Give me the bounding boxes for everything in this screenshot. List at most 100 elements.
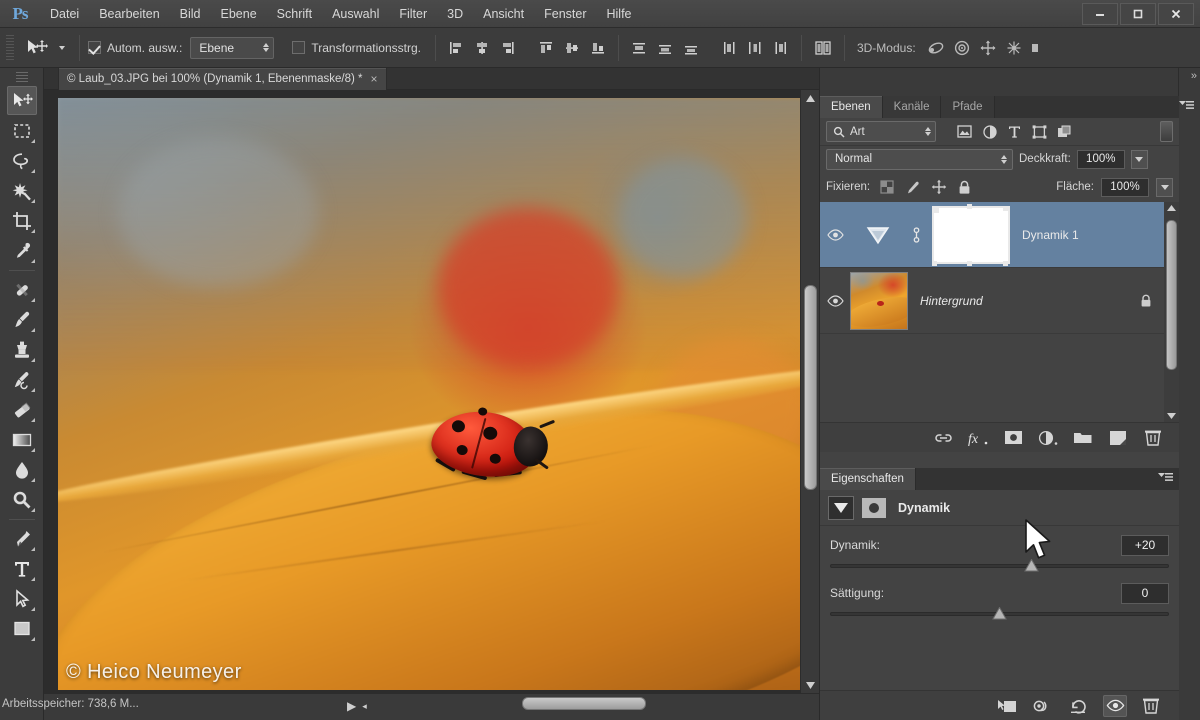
new-layer-icon[interactable] [1106,426,1130,450]
fill-value[interactable]: 100% [1101,177,1149,197]
scroll-up-arrow-icon[interactable] [801,90,820,106]
close-document-icon[interactable]: × [371,72,378,86]
scroll-down-arrow-icon[interactable] [801,677,820,693]
delete-adjustment-icon[interactable] [1139,695,1163,717]
canvas-vertical-scrollbar[interactable] [800,90,819,693]
align-right-edges-icon[interactable] [496,36,520,60]
pen-tool[interactable] [7,524,37,553]
eraser-tool[interactable] [7,395,37,424]
vibrance-slider[interactable] [830,558,1169,574]
lock-all-icon[interactable] [955,178,974,197]
saturation-slider[interactable] [830,606,1169,622]
distribute-horizontal-centers-icon[interactable] [743,36,767,60]
canvas-area[interactable]: © Heico Neumeyer [44,90,819,693]
spot-healing-brush-tool[interactable] [7,275,37,304]
layers-panel-menu-icon[interactable] [1178,99,1194,113]
status-menu-icon[interactable]: ◂ [362,701,367,712]
menu-item-ebene[interactable]: Ebene [211,0,267,28]
distribute-right-edges-icon[interactable] [769,36,793,60]
align-bottom-edges-icon[interactable] [586,36,610,60]
maximize-button[interactable] [1120,3,1156,25]
adjustment-layer-filter-icon[interactable] [979,121,1000,142]
tools-panel-grip[interactable] [15,72,28,82]
layer-mask-link-icon[interactable] [906,226,926,244]
menu-item-hilfe[interactable]: Hilfe [597,0,642,28]
scale-3d-object-icon[interactable] [1028,36,1042,60]
auto-select-checkbox[interactable] [88,41,101,54]
table-row[interactable]: Hintergrund [820,268,1164,334]
shape-layer-filter-icon[interactable] [1029,121,1050,142]
magic-wand-tool[interactable] [7,176,37,205]
distribute-bottom-edges-icon[interactable] [679,36,703,60]
link-layers-icon[interactable] [931,426,955,450]
saturation-value-field[interactable]: 0 [1121,582,1169,604]
roll-3d-object-icon[interactable] [950,36,974,60]
rectangular-marquee-tool[interactable] [7,116,37,145]
lock-position-icon[interactable] [929,178,948,197]
layer-thumbnail[interactable] [850,271,908,330]
menu-item-fenster[interactable]: Fenster [534,0,596,28]
vibrance-adjustment-thumbnail[interactable] [850,221,906,249]
menu-item-bild[interactable]: Bild [170,0,211,28]
canvas-vertical-scroll-thumb[interactable] [804,285,817,490]
align-horizontal-centers-icon[interactable] [470,36,494,60]
collapse-panels-icon[interactable]: » [1191,70,1197,82]
layer-style-fx-icon[interactable]: fx [966,426,990,450]
clone-stamp-tool[interactable] [7,335,37,364]
menu-item-bearbeiten[interactable]: Bearbeiten [89,0,169,28]
saturation-slider-handle[interactable] [992,607,1007,620]
transform-controls-checkbox[interactable] [292,41,306,54]
reset-adjustment-icon[interactable] [1067,695,1091,717]
layer-mask-icon[interactable] [862,497,886,518]
minimize-button[interactable] [1082,3,1118,25]
layer-filter-kind-select[interactable]: Art [826,121,936,142]
slide-3d-object-icon[interactable] [1002,36,1026,60]
smart-object-filter-icon[interactable] [1054,121,1075,142]
fill-dropdown-icon[interactable] [1156,177,1173,197]
rotate-3d-object-icon[interactable] [924,36,948,60]
align-vertical-centers-icon[interactable] [560,36,584,60]
clip-to-layer-icon[interactable] [995,695,1019,717]
crop-tool[interactable] [7,206,37,235]
close-button[interactable] [1158,3,1194,25]
menu-item-ansicht[interactable]: Ansicht [473,0,534,28]
opacity-value[interactable]: 100% [1076,149,1125,169]
move-tool[interactable] [6,86,37,115]
vibrance-value-field[interactable]: +20 [1121,534,1169,556]
tab-ebenen[interactable]: Ebenen [820,96,883,118]
align-top-edges-icon[interactable] [534,36,558,60]
properties-panel-menu-icon[interactable] [1157,471,1173,485]
auto-align-layers-icon[interactable] [810,36,836,60]
menu-item-auswahl[interactable]: Auswahl [322,0,389,28]
document-tab[interactable]: © Laub_03.JPG bei 100% (Dynamik 1, Ebene… [58,68,387,90]
menu-item-filter[interactable]: Filter [389,0,437,28]
layer-visibility-toggle[interactable] [820,228,850,241]
tab-properties[interactable]: Eigenschaften [820,468,916,490]
distribute-top-edges-icon[interactable] [627,36,651,60]
menu-item-3d[interactable]: 3D [437,0,473,28]
add-layer-mask-icon[interactable] [1001,426,1025,450]
layers-scroll-thumb[interactable] [1166,220,1177,370]
distribute-left-edges-icon[interactable] [717,36,741,60]
status-play-icon[interactable]: ▶ [347,699,356,713]
distribute-vertical-centers-icon[interactable] [653,36,677,60]
delete-layer-icon[interactable] [1141,426,1165,450]
type-tool[interactable] [7,554,37,583]
canvas-horizontal-scroll-thumb[interactable] [522,697,646,710]
blend-mode-select[interactable]: Normal [826,148,1013,170]
layer-name[interactable]: Hintergrund [920,294,983,308]
new-adjustment-layer-icon[interactable] [1036,426,1060,450]
pixel-layer-filter-icon[interactable] [954,121,975,142]
history-brush-tool[interactable] [7,365,37,394]
lock-transparent-pixels-icon[interactable] [877,178,896,197]
gradient-tool[interactable] [7,425,37,454]
new-group-icon[interactable] [1071,426,1095,450]
lock-image-pixels-icon[interactable] [903,178,922,197]
view-previous-state-icon[interactable] [1031,695,1055,717]
auto-select-target-select[interactable]: Ebene [190,36,275,59]
filter-toggle-switch[interactable] [1160,121,1173,142]
tool-preset-dropdown[interactable] [59,45,65,50]
dodge-tool[interactable] [7,485,37,514]
table-row[interactable]: Dynamik 1 [820,202,1164,268]
layers-scrollbar[interactable] [1164,202,1179,422]
